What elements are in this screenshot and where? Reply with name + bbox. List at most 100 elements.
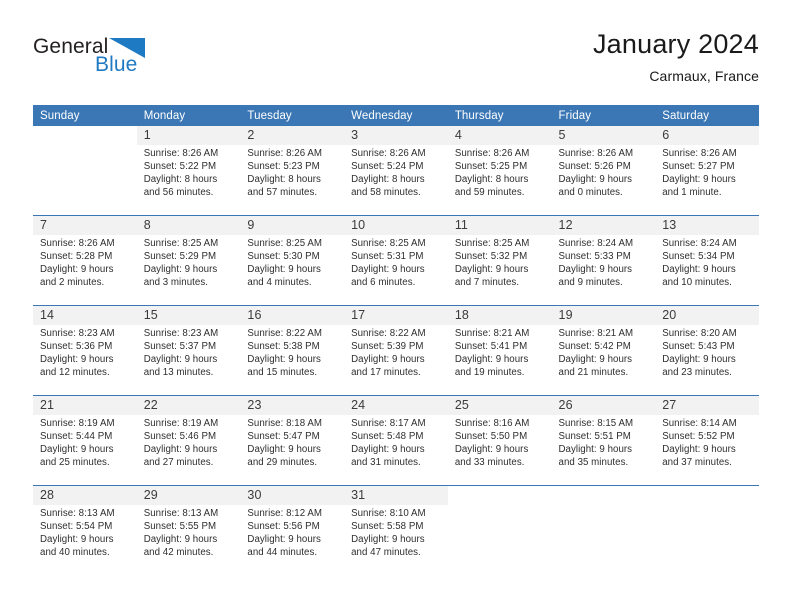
- day-sunset-text: Sunset: 5:31 PM: [351, 251, 424, 263]
- day-detail-cell[interactable]: Sunrise: 8:22 AM Sunset: 5:39 PM Daylight:…: [344, 325, 448, 395]
- day-daylight-text: and 17 minutes.: [351, 367, 421, 379]
- day-detail-cell[interactable]: Sunrise: 8:19 AM Sunset: 5:46 PM Daylight:…: [136, 415, 241, 485]
- day-detail-cell[interactable]: Sunrise: 8:26 AM Sunset: 5:24 PM Daylight:…: [344, 145, 448, 215]
- day-detail-cell[interactable]: Sunrise: 8:25 AM Sunset: 5:29 PM Daylight:…: [136, 235, 241, 305]
- day-number-cell[interactable]: 25: [447, 396, 552, 415]
- weekday-header-sunday: Sunday: [33, 105, 137, 126]
- day-sunset-text: Sunset: 5:52 PM: [662, 431, 735, 443]
- day-number-cell[interactable]: 18: [447, 306, 552, 325]
- day-number-cell[interactable]: 27: [655, 396, 759, 415]
- day-detail-cell[interactable]: Sunrise: 8:17 AM Sunset: 5:48 PM Daylight:…: [344, 415, 448, 485]
- day-sunset-text: Sunset: 5:30 PM: [247, 251, 320, 263]
- day-number-cell[interactable]: 17: [344, 306, 448, 325]
- day-number-cell[interactable]: 15: [136, 306, 241, 325]
- day-daylight-text: and 31 minutes.: [351, 457, 421, 469]
- day-number-cell[interactable]: 13: [655, 216, 759, 235]
- day-sunset-text: Sunset: 5:29 PM: [143, 251, 217, 263]
- day-detail-cell[interactable]: Sunrise: 8:26 AM Sunset: 5:26 PM Daylight:…: [551, 145, 656, 215]
- day-detail-cell[interactable]: Sunrise: 8:25 AM Sunset: 5:32 PM Daylight:…: [447, 235, 552, 305]
- day-detail-cell[interactable]: Sunrise: 8:22 AM Sunset: 5:38 PM Daylight:…: [240, 325, 345, 395]
- day-number-cell[interactable]: 4: [447, 126, 552, 145]
- day-sunrise-text: Sunrise: 8:26 AM: [40, 238, 115, 249]
- day-daylight-text: and 7 minutes.: [454, 277, 520, 289]
- day-detail-cell[interactable]: Sunrise: 8:24 AM Sunset: 5:34 PM Daylight:…: [655, 235, 759, 305]
- day-detail-cell[interactable]: Sunrise: 8:10 AM Sunset: 5:58 PM Daylight:…: [344, 505, 448, 575]
- day-number-cell[interactable]: 11: [447, 216, 552, 235]
- day-number-cell[interactable]: 20: [655, 306, 759, 325]
- day-number-cell[interactable]: 24: [344, 396, 448, 415]
- day-number-cell[interactable]: 26: [551, 396, 656, 415]
- day-number-cell[interactable]: 21: [33, 396, 137, 415]
- day-detail-cell[interactable]: Sunrise: 8:23 AM Sunset: 5:37 PM Daylight:…: [136, 325, 241, 395]
- day-detail-cell[interactable]: Sunrise: 8:18 AM Sunset: 5:47 PM Daylight:…: [240, 415, 345, 485]
- day-daylight-text: Daylight: 9 hours: [558, 444, 633, 456]
- day-detail-cell[interactable]: Sunrise: 8:25 AM Sunset: 5:30 PM Daylight:…: [240, 235, 345, 305]
- day-daylight-text: and 6 minutes.: [351, 277, 416, 289]
- day-number-cell[interactable]: 28: [33, 486, 137, 505]
- day-number-cell[interactable]: 8: [136, 216, 241, 235]
- day-detail-cell[interactable]: Sunrise: 8:15 AM Sunset: 5:51 PM Daylight:…: [551, 415, 656, 485]
- day-detail-cell[interactable]: Sunrise: 8:16 AM Sunset: 5:50 PM Daylight:…: [447, 415, 552, 485]
- day-detail-cell[interactable]: Sunrise: 8:23 AM Sunset: 5:36 PM Daylight:…: [33, 325, 137, 395]
- day-number-cell[interactable]: 5: [551, 126, 656, 145]
- day-number-cell[interactable]: 7: [33, 216, 137, 235]
- day-number-cell[interactable]: 1: [136, 126, 241, 145]
- day-detail-cell[interactable]: Sunrise: 8:26 AM Sunset: 5:25 PM Daylight:…: [447, 145, 552, 215]
- day-sunrise-text: Sunrise: 8:19 AM: [143, 418, 219, 429]
- day-sunset-text: Sunset: 5:46 PM: [143, 431, 217, 443]
- day-daylight-text: and 21 minutes.: [558, 367, 629, 379]
- day-daylight-text: Daylight: 9 hours: [454, 354, 529, 366]
- day-number-cell: [33, 126, 137, 145]
- day-detail-cell[interactable]: Sunrise: 8:26 AM Sunset: 5:27 PM Daylight:…: [655, 145, 759, 215]
- day-number-cell[interactable]: 30: [240, 486, 345, 505]
- day-sunrise-text: Sunrise: 8:13 AM: [40, 508, 115, 519]
- day-number-cell[interactable]: 31: [344, 486, 448, 505]
- day-number-cell[interactable]: 22: [136, 396, 241, 415]
- weekday-header-thursday: Thursday: [447, 105, 552, 126]
- day-detail-cell[interactable]: Sunrise: 8:20 AM Sunset: 5:43 PM Daylight:…: [655, 325, 759, 395]
- day-detail-cell[interactable]: Sunrise: 8:19 AM Sunset: 5:44 PM Daylight:…: [33, 415, 137, 485]
- day-number-cell[interactable]: 16: [240, 306, 345, 325]
- day-sunrise-text: Sunrise: 8:22 AM: [351, 328, 426, 339]
- day-daylight-text: and 58 minutes.: [351, 187, 421, 199]
- day-number-cell[interactable]: 10: [344, 216, 448, 235]
- week-detail-row: Sunrise: 8:19 AM Sunset: 5:44 PM Daylight:…: [33, 415, 759, 485]
- day-sunrise-text: Sunrise: 8:25 AM: [247, 238, 322, 249]
- day-detail-cell[interactable]: Sunrise: 8:24 AM Sunset: 5:33 PM Daylight:…: [551, 235, 656, 305]
- day-detail-cell[interactable]: Sunrise: 8:13 AM Sunset: 5:55 PM Daylight:…: [136, 505, 241, 575]
- day-number-cell[interactable]: 14: [33, 306, 137, 325]
- day-sunrise-text: Sunrise: 8:26 AM: [351, 148, 426, 159]
- day-number-cell: [551, 486, 656, 505]
- day-daylight-text: Daylight: 9 hours: [454, 264, 529, 276]
- day-number-cell[interactable]: 6: [655, 126, 759, 145]
- day-detail-cell[interactable]: Sunrise: 8:12 AM Sunset: 5:56 PM Daylight:…: [240, 505, 345, 575]
- page-header: General Blue January 2024 Carmaux, Franc…: [33, 28, 759, 100]
- day-number-cell[interactable]: 19: [551, 306, 656, 325]
- day-detail-cell[interactable]: Sunrise: 8:21 AM Sunset: 5:41 PM Daylight:…: [447, 325, 552, 395]
- day-number-cell[interactable]: 29: [136, 486, 241, 505]
- day-number-cell[interactable]: 12: [551, 216, 656, 235]
- day-daylight-text: Daylight: 9 hours: [351, 354, 425, 366]
- day-number-cell[interactable]: 3: [344, 126, 448, 145]
- day-daylight-text: and 12 minutes.: [40, 367, 110, 379]
- day-daylight-text: Daylight: 9 hours: [143, 264, 218, 276]
- day-detail-cell[interactable]: Sunrise: 8:25 AM Sunset: 5:31 PM Daylight:…: [344, 235, 448, 305]
- day-daylight-text: Daylight: 9 hours: [662, 354, 736, 366]
- day-daylight-text: Daylight: 9 hours: [143, 354, 218, 366]
- day-daylight-text: and 19 minutes.: [454, 367, 525, 379]
- day-detail-cell[interactable]: Sunrise: 8:26 AM Sunset: 5:22 PM Daylight:…: [136, 145, 241, 215]
- day-number-cell[interactable]: 2: [240, 126, 345, 145]
- day-sunrise-text: Sunrise: 8:25 AM: [351, 238, 426, 249]
- day-detail-cell[interactable]: Sunrise: 8:21 AM Sunset: 5:42 PM Daylight:…: [551, 325, 656, 395]
- day-number-cell[interactable]: 9: [240, 216, 345, 235]
- day-daylight-text: Daylight: 9 hours: [143, 534, 218, 546]
- day-daylight-text: and 25 minutes.: [40, 457, 110, 469]
- calendar-table: Sunday Monday Tuesday Wednesday Thursday…: [33, 105, 759, 575]
- day-detail-cell[interactable]: Sunrise: 8:26 AM Sunset: 5:23 PM Daylight:…: [240, 145, 345, 215]
- day-number-cell[interactable]: 23: [240, 396, 345, 415]
- day-detail-cell[interactable]: Sunrise: 8:13 AM Sunset: 5:54 PM Daylight:…: [33, 505, 137, 575]
- day-detail-cell[interactable]: Sunrise: 8:26 AM Sunset: 5:28 PM Daylight:…: [33, 235, 137, 305]
- day-sunset-text: Sunset: 5:23 PM: [247, 161, 320, 173]
- page-subtitle: Carmaux, France: [649, 68, 759, 84]
- day-detail-cell[interactable]: Sunrise: 8:14 AM Sunset: 5:52 PM Daylight:…: [655, 415, 759, 485]
